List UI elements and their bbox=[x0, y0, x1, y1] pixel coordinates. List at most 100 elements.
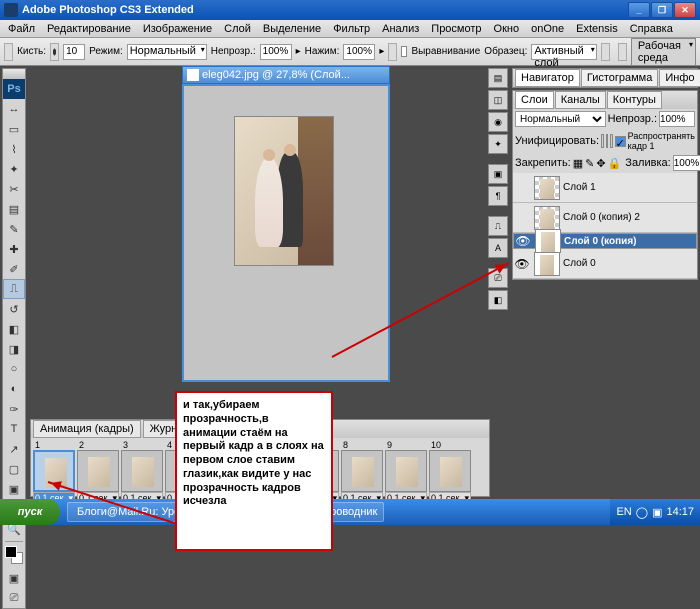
tab-layers[interactable]: Слои bbox=[515, 91, 554, 109]
sample-select[interactable]: Активный слой bbox=[531, 44, 596, 60]
brush-tool[interactable]: ✐ bbox=[3, 259, 25, 279]
tab-histogram[interactable]: Гистограмма bbox=[581, 69, 659, 87]
lock-icon[interactable]: ✥ bbox=[596, 157, 605, 170]
marquee-tool[interactable]: ▭ bbox=[3, 119, 25, 139]
tab-navigator[interactable]: Навигатор bbox=[515, 69, 580, 87]
animation-frame[interactable]: 90,1 сек. ▾ bbox=[385, 440, 427, 505]
tab-paths[interactable]: Контуры bbox=[607, 91, 662, 109]
lang-indicator[interactable]: EN bbox=[616, 506, 631, 518]
heal-tool[interactable]: ✚ bbox=[3, 239, 25, 259]
menu-layer[interactable]: Слой bbox=[218, 21, 257, 37]
blur-tool[interactable]: ○ bbox=[3, 359, 25, 379]
palette-icon[interactable]: ▤ bbox=[488, 68, 508, 88]
canvas-area[interactable] bbox=[182, 84, 390, 382]
layer-name[interactable]: Слой 0 bbox=[563, 258, 697, 269]
close-button[interactable]: ✕ bbox=[674, 2, 696, 18]
menu-file[interactable]: Файл bbox=[2, 21, 41, 37]
menu-window[interactable]: Окно bbox=[488, 21, 526, 37]
unify-icon[interactable] bbox=[601, 134, 604, 148]
palette-icon[interactable]: ◧ bbox=[488, 290, 508, 310]
crop-tool[interactable]: ✂ bbox=[3, 179, 25, 199]
palette-icon[interactable]: A bbox=[488, 238, 508, 258]
layer-name[interactable]: Слой 0 (копия) 2 bbox=[563, 212, 697, 223]
palette-icon[interactable]: ◉ bbox=[488, 112, 508, 132]
start-button[interactable]: пуск bbox=[0, 499, 60, 525]
fill-input[interactable] bbox=[673, 155, 700, 171]
blend-mode-select[interactable]: Нормальный bbox=[127, 44, 207, 60]
lock-icon[interactable]: ✎ bbox=[585, 157, 594, 170]
animation-frame[interactable]: 80,1 сек. ▾ bbox=[341, 440, 383, 505]
tab-info[interactable]: Инфо bbox=[659, 69, 700, 87]
tab-channels[interactable]: Каналы bbox=[555, 91, 606, 109]
workspace-select[interactable]: Рабочая среда bbox=[631, 38, 696, 66]
opacity-input[interactable] bbox=[260, 44, 292, 60]
toolbox-grip[interactable] bbox=[3, 69, 25, 79]
screenmode-icon[interactable]: ⎚ bbox=[3, 588, 25, 608]
animation-frame[interactable]: 100,1 сек. ▾ bbox=[429, 440, 471, 505]
palette-icon[interactable]: ¶ bbox=[488, 186, 508, 206]
tool-preset-icon[interactable] bbox=[4, 43, 13, 61]
layer-blend-select[interactable]: Нормальный bbox=[515, 111, 606, 127]
layer-row[interactable]: 👁 Слой 0 (копия) bbox=[513, 233, 697, 249]
propagate-checkbox[interactable]: ✓ bbox=[615, 136, 626, 147]
tab-animation[interactable]: Анимация (кадры) bbox=[33, 420, 141, 438]
menu-filter[interactable]: Фильтр bbox=[327, 21, 376, 37]
palette-icon[interactable]: ▣ bbox=[488, 164, 508, 184]
slice-tool[interactable]: ▤ bbox=[3, 199, 25, 219]
stamp-tool[interactable]: ⎍ bbox=[3, 279, 25, 299]
unify-icon[interactable] bbox=[606, 134, 609, 148]
animation-frame[interactable]: 20,1 сек. ▾ bbox=[77, 440, 119, 505]
sample-toggle-icon[interactable] bbox=[601, 43, 610, 61]
menu-onone[interactable]: onOne bbox=[525, 21, 570, 37]
airbrush-icon[interactable] bbox=[388, 43, 397, 61]
layer-row[interactable]: Слой 1 bbox=[513, 173, 697, 203]
layer-opacity-input[interactable] bbox=[659, 111, 695, 127]
notes-tool[interactable]: ▣ bbox=[3, 479, 25, 499]
ps-icon[interactable]: Ps bbox=[3, 79, 25, 99]
menu-extensis[interactable]: Extensis bbox=[570, 21, 624, 37]
move-tool[interactable]: ↔ bbox=[3, 99, 25, 119]
layer-name[interactable]: Слой 1 bbox=[563, 182, 697, 193]
shape-tool[interactable]: ▢ bbox=[3, 459, 25, 479]
maximize-button[interactable]: ❐ bbox=[651, 2, 673, 18]
gradient-tool[interactable]: ◨ bbox=[3, 339, 25, 359]
palette-icon[interactable]: ✦ bbox=[488, 134, 508, 154]
wand-tool[interactable]: ✦ bbox=[3, 159, 25, 179]
menu-view[interactable]: Просмотр bbox=[425, 21, 487, 37]
quickmask-icon[interactable]: ▣ bbox=[3, 568, 25, 588]
tray-icon[interactable]: ▣ bbox=[652, 506, 662, 519]
path-tool[interactable]: ↗ bbox=[3, 439, 25, 459]
brush-size-input[interactable] bbox=[63, 44, 85, 60]
bridge-icon[interactable] bbox=[618, 43, 627, 61]
history-brush-tool[interactable]: ↺ bbox=[3, 299, 25, 319]
type-tool[interactable]: T bbox=[3, 419, 25, 439]
layer-row[interactable]: 👁 Слой 0 bbox=[513, 249, 697, 279]
menu-image[interactable]: Изображение bbox=[137, 21, 218, 37]
eyedrop-tool[interactable]: ✎ bbox=[3, 219, 25, 239]
pen-tool[interactable]: ✑ bbox=[3, 399, 25, 419]
visibility-icon[interactable]: 👁 bbox=[514, 234, 532, 248]
clock[interactable]: 14:17 bbox=[666, 506, 694, 518]
lock-icon[interactable]: ▦ bbox=[573, 157, 583, 170]
minimize-button[interactable]: _ bbox=[628, 2, 650, 18]
color-swatches[interactable] bbox=[3, 544, 25, 568]
brush-preview-icon[interactable] bbox=[50, 43, 59, 61]
palette-icon[interactable]: ⎍ bbox=[488, 216, 508, 236]
layer-name[interactable]: Слой 0 (копия) bbox=[564, 236, 696, 247]
flow-input[interactable] bbox=[343, 44, 375, 60]
unify-icon[interactable] bbox=[610, 134, 613, 148]
lasso-tool[interactable]: ⌇ bbox=[3, 139, 25, 159]
animation-frame[interactable]: 30,1 сек. ▾ bbox=[121, 440, 163, 505]
tray-icon[interactable]: ◯ bbox=[636, 506, 648, 519]
menu-select[interactable]: Выделение bbox=[257, 21, 327, 37]
eraser-tool[interactable]: ◧ bbox=[3, 319, 25, 339]
animation-frame[interactable]: 10,1 сек. ▾ bbox=[33, 440, 75, 505]
menu-analysis[interactable]: Анализ bbox=[376, 21, 425, 37]
menu-help[interactable]: Справка bbox=[624, 21, 679, 37]
align-checkbox[interactable] bbox=[401, 46, 407, 57]
dodge-tool[interactable]: ◐ bbox=[3, 379, 25, 399]
visibility-icon[interactable]: 👁 bbox=[513, 257, 531, 271]
menu-edit[interactable]: Редактирование bbox=[41, 21, 137, 37]
lock-icon[interactable]: 🔒 bbox=[608, 157, 622, 170]
palette-icon[interactable]: ◫ bbox=[488, 90, 508, 110]
